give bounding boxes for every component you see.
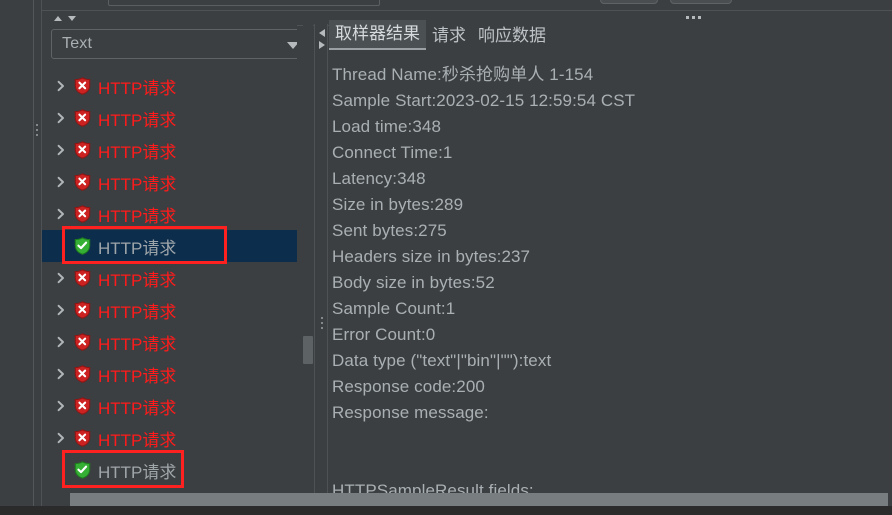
tree-row-label: HTTP请求 [98,142,177,162]
tab-1[interactable]: 请求 [426,20,472,50]
chevron-down-icon[interactable] [287,42,297,49]
result-line: Sample Start:2023-02-15 12:59:54 CST [332,91,636,110]
chevron-right-icon[interactable] [55,400,67,412]
arrow-up-icon[interactable] [54,16,62,21]
horizontal-scrollbar-thumb[interactable] [70,493,888,506]
tab-2[interactable]: 响应数据 [472,20,552,50]
tree-row-label: HTTP请求 [98,78,177,98]
shield-error-icon [74,173,91,191]
tree-row[interactable]: HTTP请求 [42,390,297,422]
top-button-2[interactable] [670,0,732,4]
chevron-right-icon[interactable] [55,368,67,380]
result-line-blank [332,452,888,478]
triangle-right-icon[interactable] [319,41,325,49]
chevron-right-icon[interactable] [55,176,67,188]
result-line: Response message: [332,403,489,422]
result-line: Body size in bytes:52 [332,273,495,292]
shield-error-icon [74,397,91,415]
arrow-down-icon[interactable] [68,16,76,21]
tree-row[interactable]: HTTP请求 [42,486,297,492]
tab-0[interactable]: 取样器结果 [329,20,426,50]
chevron-right-icon[interactable] [55,144,67,156]
tree-row[interactable]: HTTP请求 [42,134,297,166]
tree-row-label: HTTP请求 [98,334,177,354]
window-left-gutter [0,0,34,515]
tree-row[interactable]: HTTP请求 [42,358,297,390]
chevron-right-icon[interactable] [55,112,67,124]
tree-row-label: HTTP请求 [98,110,177,130]
tree-row-label: HTTP请求 [98,462,177,482]
tree-row-label: HTTP请求 [98,398,177,418]
tree-row[interactable]: HTTP请求 [42,230,297,262]
shield-error-icon [74,269,91,287]
result-line-blank [332,426,888,452]
shield-error-icon [74,301,91,319]
tree-row-label: HTTP请求 [98,206,177,226]
tree-row-label: HTTP请求 [98,238,177,258]
tree-scrollbar-thumb[interactable] [303,336,313,364]
triangle-left-icon[interactable] [319,29,325,37]
jmeter-view-results-tree-window: Text HTTP请求 HTTP请求 HTTP请求 HTTP请求 HTTP请求 HTTP请… [0,0,892,515]
tree-row[interactable]: HTTP请求 [42,454,297,486]
tree-row[interactable]: HTTP请求 [42,422,297,454]
tree-row[interactable]: HTTP请求 [42,70,297,102]
top-text-field[interactable] [108,0,380,6]
renderer-select[interactable]: Text [51,29,297,59]
tree-scrollbar-track[interactable] [303,24,313,492]
tree-row[interactable]: HTTP请求 [42,294,297,326]
chevron-right-icon[interactable] [55,80,67,92]
chevron-right-icon[interactable] [55,336,67,348]
result-line: Sample Count:1 [332,299,456,318]
result-line: Data type ("text"|"bin"|""):text [332,351,552,370]
window-bottom-edge [0,506,892,515]
shield-error-icon [74,141,91,159]
tree-row[interactable]: HTTP请求 [42,166,297,198]
tree-row[interactable]: HTTP请求 [42,198,297,230]
tree-row[interactable]: HTTP请求 [42,326,297,358]
sampler-result-tree[interactable]: HTTP请求 HTTP请求 HTTP请求 HTTP请求 HTTP请求 HTTP请求 HTTP… [42,70,297,490]
shield-error-icon [74,429,91,447]
shield-success-icon [74,461,91,479]
result-line: Connect Time:1 [332,143,453,162]
result-line: Size in bytes:289 [332,195,464,214]
panel-splitter[interactable] [314,24,328,515]
renderer-select-value: Text [62,35,93,52]
tree-row-label: HTTP请求 [98,302,177,322]
tree-row[interactable]: HTTP请求 [42,102,297,134]
tree-row-label: HTTP请求 [98,174,177,194]
shield-error-icon [74,365,91,383]
result-line: Thread Name:秒杀抢购单人 1-154 [332,65,594,84]
result-line: Response code:200 [332,377,485,396]
tree-row-label: HTTP请求 [98,270,177,290]
chevron-right-icon[interactable] [55,208,67,220]
shield-error-icon [74,333,91,351]
tree-row-label: HTTP请求 [98,490,176,493]
result-line: Latency:348 [332,169,426,188]
shield-error-icon [74,77,91,95]
shield-success-icon [74,237,91,255]
vertical-dots-handle-icon[interactable] [320,317,324,333]
sampler-result-text: Thread Name:秒杀抢购单人 1-154 Sample Start:202… [332,62,888,504]
chevron-right-icon[interactable] [55,432,67,444]
chevron-right-icon[interactable] [55,304,67,316]
result-line: Headers size in bytes:237 [332,247,531,266]
chevron-right-icon[interactable] [55,272,67,284]
shield-error-icon [74,109,91,127]
tree-row[interactable]: HTTP请求 [42,262,297,294]
detail-tab-bar[interactable]: 取样器结果 请求 响应数据 [329,20,552,50]
top-button-1[interactable] [600,0,658,4]
left-splitter-grip-icon[interactable] [35,124,39,140]
tree-row-label: HTTP请求 [98,430,177,450]
results-tree-panel: Text HTTP请求 HTTP请求 HTTP请求 HTTP请求 HTTP请求 HTTP请… [42,24,297,492]
result-line: Error Count:0 [332,325,436,344]
shield-error-icon [74,205,91,223]
sampler-detail-panel: 取样器结果 请求 响应数据 Thread Name:秒杀抢购单人 1-154 Samp… [329,20,892,515]
window-left-gutter-inner [34,0,42,515]
tree-row-label: HTTP请求 [98,366,177,386]
result-line: Sent bytes:275 [332,221,447,240]
result-line: Load time:348 [332,117,442,136]
